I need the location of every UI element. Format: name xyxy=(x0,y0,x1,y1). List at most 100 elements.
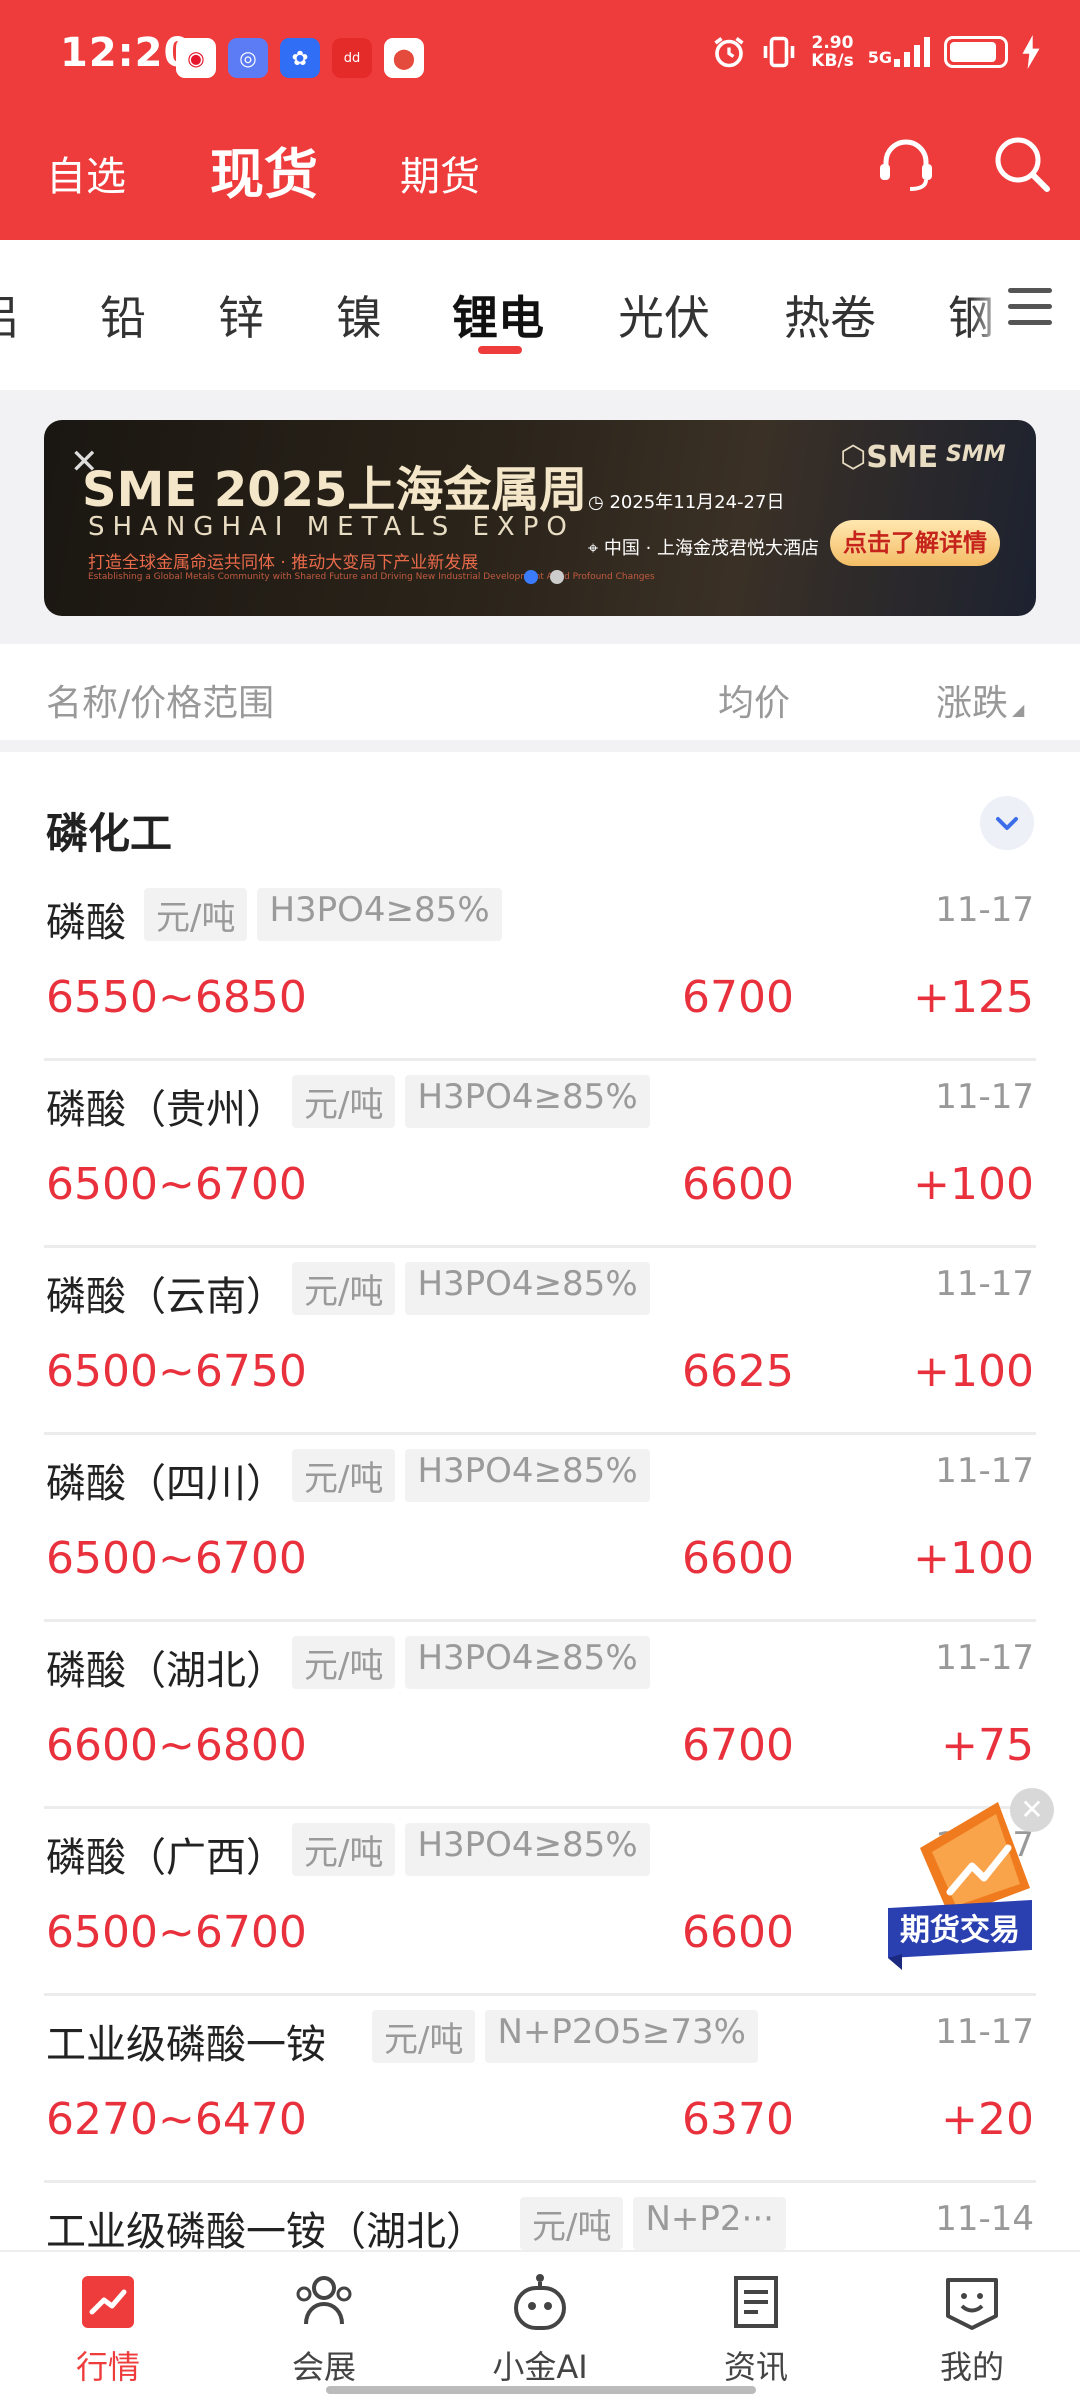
nav-news-label: 资讯 xyxy=(723,2348,788,2386)
product-name: 工业级磷酸一铵 xyxy=(46,2022,326,2068)
nav-market[interactable]: 行情 xyxy=(0,2252,216,2400)
spec-tag: H3PO4≥85% xyxy=(405,1075,650,1128)
alarm-icon xyxy=(714,37,744,68)
category-tab-photovoltaic[interactable]: 光伏 xyxy=(618,282,710,348)
sme-logo: ⬡SME xyxy=(840,440,939,475)
category-tab-aluminum[interactable]: 铝 xyxy=(0,282,18,348)
price-range: 6550~6850 xyxy=(46,972,307,1023)
tab-futures[interactable]: 期货 xyxy=(400,144,480,202)
price-row[interactable]: 磷酸（四川） 元/吨 H3PO4≥85% 11-17 6500~6700 660… xyxy=(0,1435,1080,1622)
banner-detail-button[interactable]: 点击了解详情 xyxy=(830,520,1000,566)
avg-price: 6700 xyxy=(682,972,794,1023)
price-range: 6500~6700 xyxy=(46,1159,307,1210)
column-change[interactable]: 涨跌 ◢ xyxy=(936,674,1024,726)
banner-pagination xyxy=(524,570,564,584)
group-header[interactable]: 磷化工 xyxy=(0,764,1080,874)
category-tab-lead[interactable]: 铅 xyxy=(100,282,146,348)
promo-banner[interactable]: ✕ SME 2025上海金属周 SHANGHAI METALS EXPO 打造全… xyxy=(44,420,1036,616)
avg-price: 6700 xyxy=(682,1720,794,1771)
map-icon: ⬤ xyxy=(384,38,424,78)
nav-market-label: 行情 xyxy=(75,2348,140,2386)
banner-subtitle: SHANGHAI METALS EXPO xyxy=(88,512,575,542)
price-row[interactable]: 磷酸（云南） 元/吨 H3PO4≥85% 11-17 6500~6750 662… xyxy=(0,1248,1080,1435)
category-tab-hot-rolled[interactable]: 热卷 xyxy=(784,282,876,348)
futures-trade-label: 期货交易 xyxy=(900,1913,1020,1948)
product-name: 磷酸（湖北） xyxy=(46,1648,286,1694)
price-row[interactable]: 工业级磷酸一铵 元/吨 N+P2O5≥73% 11-17 6270~6470 6… xyxy=(0,1996,1080,2183)
product-name: 磷酸（广西） xyxy=(46,1835,286,1881)
status-bar: 12:20 ◉ ◎ ✿ dd ⬤ 2.90 KB/s 5G xyxy=(0,0,1080,112)
price-row[interactable]: 磷酸 元/吨 H3PO4≥85% 11-17 6550~6850 6700 +1… xyxy=(0,874,1080,1061)
status-time: 12:20 xyxy=(60,30,193,76)
avg-price: 6600 xyxy=(682,1907,794,1958)
column-avg[interactable]: 均价 xyxy=(718,674,790,726)
price-change: +100 xyxy=(913,1533,1034,1584)
price-change: +100 xyxy=(913,1346,1034,1397)
tab-spot[interactable]: 现货 xyxy=(210,130,318,209)
smm-logo: SMM xyxy=(946,442,1006,467)
menu-icon[interactable] xyxy=(970,240,1080,390)
nav-profile-label: 我的 xyxy=(939,2348,1004,2386)
baidu-icon: ✿ xyxy=(280,38,320,78)
search-icon[interactable] xyxy=(990,132,1054,196)
home-indicator[interactable] xyxy=(326,2386,756,2394)
category-tab-nickel[interactable]: 镍 xyxy=(336,282,382,348)
avg-price: 6370 xyxy=(682,2094,794,2145)
spec-tag: H3PO4≥85% xyxy=(405,1636,650,1689)
price-range: 6270~6470 xyxy=(46,2094,307,2145)
price-range: 6500~6700 xyxy=(46,1533,307,1584)
nav-ai-label: 小金AI xyxy=(492,2348,588,2386)
spec-tag: H3PO4≥85% xyxy=(405,1262,650,1315)
product-name: 磷酸（四川） xyxy=(46,1461,286,1507)
category-tabs: 铝 铅 锌 镍 锂电 光伏 热卷 钢 xyxy=(0,240,1080,390)
unit-tag: 元/吨 xyxy=(520,2197,624,2250)
price-change: +75 xyxy=(941,1720,1034,1771)
spec-tag: N+P2O5≥73% xyxy=(485,2010,758,2063)
sort-icon: ◢ xyxy=(1012,700,1025,719)
customer-service-icon[interactable] xyxy=(874,132,938,196)
avg-price: 6600 xyxy=(682,1533,794,1584)
price-date: 11-17 xyxy=(935,1451,1034,1491)
product-name: 磷酸 xyxy=(46,900,126,946)
avg-price: 6600 xyxy=(682,1159,794,1210)
active-tab-indicator xyxy=(478,346,522,354)
price-date: 11-17 xyxy=(935,1638,1034,1678)
net-speed: 2.90 KB/s xyxy=(811,33,854,71)
banner-title: SME 2025上海金属周 xyxy=(82,462,588,518)
spec-tag: H3PO4≥85% xyxy=(405,1823,650,1876)
chevron-down-icon[interactable] xyxy=(980,796,1034,850)
status-right: 2.90 KB/s 5G xyxy=(711,34,1040,70)
nav-exhibition-label: 会展 xyxy=(291,2348,356,2386)
battery-icon xyxy=(944,36,1008,68)
category-tab-zinc[interactable]: 锌 xyxy=(218,282,264,348)
market-chart-icon xyxy=(82,2276,134,2328)
nav-profile[interactable]: 我的 xyxy=(864,2252,1080,2400)
nav-exhibition[interactable]: 会展 xyxy=(216,2252,432,2400)
price-range: 6600~6800 xyxy=(46,1720,307,1771)
price-row[interactable]: 磷酸（湖北） 元/吨 H3PO4≥85% 11-17 6600~6800 670… xyxy=(0,1622,1080,1809)
profile-icon xyxy=(946,2278,998,2330)
banner-date: ◷ 2025年11月24-27日 xyxy=(588,492,785,513)
unit-tag: 元/吨 xyxy=(292,1262,396,1315)
unit-tag: 元/吨 xyxy=(372,2010,476,2063)
tab-watchlist[interactable]: 自选 xyxy=(46,144,126,202)
price-date: 11-17 xyxy=(935,890,1034,930)
column-header: 名称/价格范围 均价 涨跌 ◢ xyxy=(0,644,1080,752)
banner-venue: ⌖ 中国 · 上海金茂君悦大酒店 xyxy=(588,538,820,559)
nav-news[interactable]: 资讯 xyxy=(648,2252,864,2400)
product-name: 磷酸（贵州） xyxy=(46,1087,286,1133)
close-icon[interactable]: ✕ xyxy=(1010,1788,1054,1832)
banner-area: ✕ SME 2025上海金属周 SHANGHAI METALS EXPO 打造全… xyxy=(0,390,1080,644)
product-name: 工业级磷酸一铵（湖北） xyxy=(46,2209,486,2255)
unit-tag: 元/吨 xyxy=(292,1075,396,1128)
spec-tag: N+P2··· xyxy=(633,2197,786,2250)
charging-icon xyxy=(1022,35,1040,69)
price-date: 11-17 xyxy=(935,1264,1034,1304)
category-tab-lithium[interactable]: 锂电 xyxy=(452,282,544,348)
price-date: 11-14 xyxy=(935,2199,1034,2239)
nav-ai[interactable]: 小金AI xyxy=(432,2252,648,2400)
people-icon xyxy=(296,2276,352,2325)
banner-dot-active xyxy=(524,570,538,584)
price-row[interactable]: 磷酸（贵州） 元/吨 H3PO4≥85% 11-17 6500~6700 660… xyxy=(0,1061,1080,1248)
price-change: +100 xyxy=(913,1159,1034,1210)
